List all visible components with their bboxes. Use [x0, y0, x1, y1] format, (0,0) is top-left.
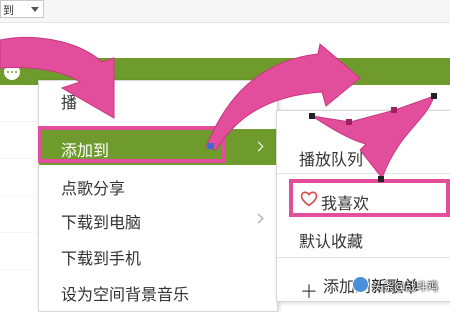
- watermark: 头条@战斗鸡: [372, 280, 438, 293]
- watermark-logo-icon: [352, 276, 369, 293]
- annotation-handle: [309, 113, 315, 119]
- annotation-arrows: [0, 37, 437, 182]
- annotation-handle: [378, 176, 384, 182]
- annotation-handle: [431, 93, 437, 99]
- annotation-handle: [346, 119, 352, 125]
- annotation-arrow-top-right: [205, 43, 361, 151]
- annotation-arrow-left: [0, 37, 115, 119]
- annotation-handle: [391, 107, 397, 113]
- annotation-handle: [208, 143, 214, 149]
- annotation-arrow-curve: [311, 95, 435, 180]
